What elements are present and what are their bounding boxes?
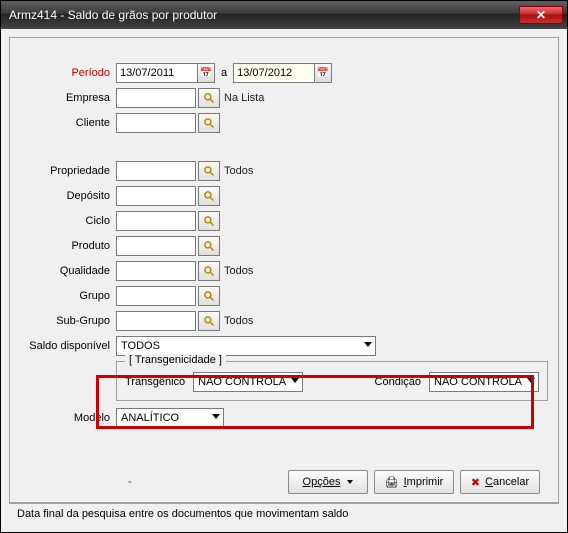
- window-title: Armz414 - Saldo de grãos por produtor: [9, 8, 519, 22]
- search-icon: [203, 165, 215, 177]
- modelo-value: ANALÍTICO: [121, 412, 179, 424]
- row-modelo: Modelo ANALÍTICO: [28, 407, 540, 429]
- chevron-down-icon: [347, 480, 353, 484]
- row-subgrupo: Sub-Grupo Todos: [28, 310, 540, 332]
- close-icon: ✕: [536, 8, 546, 22]
- empresa-desc: Na Lista: [224, 92, 264, 104]
- row-qualidade: Qualidade Todos: [28, 260, 540, 282]
- produto-input[interactable]: [116, 236, 196, 256]
- row-periodo: Período 📅 a 📅: [28, 62, 540, 84]
- periodo-ate-calendar-button[interactable]: 📅: [314, 63, 332, 83]
- opcoes-button[interactable]: Opções: [288, 470, 368, 494]
- periodo-de-calendar-button[interactable]: 📅: [197, 63, 215, 83]
- row-grupo: Grupo: [28, 285, 540, 307]
- imprimir-label: Imprimir: [404, 476, 444, 488]
- grupo-input[interactable]: [116, 286, 196, 306]
- ciclo-input[interactable]: [116, 211, 196, 231]
- label-modelo: Modelo: [28, 412, 116, 424]
- calendar-icon: 📅: [317, 68, 329, 79]
- row-empresa: Empresa Na Lista: [28, 87, 540, 109]
- label-subgrupo: Sub-Grupo: [28, 315, 116, 327]
- row-produto: Produto: [28, 235, 540, 257]
- button-bar: - Opções 🖨 Imprimir ✖ Cancelar: [28, 463, 540, 494]
- label-deposito: Depósito: [28, 190, 116, 202]
- printer-icon: 🖨: [385, 476, 399, 489]
- calendar-icon: 📅: [200, 68, 212, 79]
- cancelar-label: Cancelar: [485, 476, 529, 488]
- client-area: Período 📅 a 📅 Empresa Na Lista: [1, 29, 567, 532]
- propriedade-input[interactable]: [116, 161, 196, 181]
- spacer: [28, 137, 540, 157]
- form-panel: Período 📅 a 📅 Empresa Na Lista: [9, 37, 559, 503]
- label-ciclo: Ciclo: [28, 215, 116, 227]
- subgrupo-lookup-button[interactable]: [198, 311, 220, 331]
- saldo-combo[interactable]: TODOS: [116, 336, 376, 356]
- label-cliente: Cliente: [28, 117, 116, 129]
- cliente-input[interactable]: [116, 113, 196, 133]
- label-condicao: Condição: [375, 376, 421, 388]
- label-produto: Produto: [28, 240, 116, 252]
- condicao-combo[interactable]: NÃO CONTROLA: [429, 372, 539, 392]
- label-grupo: Grupo: [28, 290, 116, 302]
- search-icon: [203, 240, 215, 252]
- empresa-lookup-button[interactable]: [198, 88, 220, 108]
- condicao-value: NÃO CONTROLA: [434, 376, 522, 388]
- label-propriedade: Propriedade: [28, 165, 116, 177]
- search-icon: [203, 290, 215, 302]
- row-propriedade: Propriedade Todos: [28, 160, 540, 182]
- periodo-ate-input[interactable]: [233, 63, 315, 83]
- search-icon: [203, 190, 215, 202]
- chevron-down-icon: [212, 414, 220, 419]
- status-bar: Data final da pesquisa entre os document…: [9, 503, 559, 524]
- fieldset-inner: Transgênico NÃO CONTROLA Condição NÃO CO…: [125, 372, 539, 392]
- titlebar: Armz414 - Saldo de grãos por produtor ✕: [1, 1, 567, 29]
- cancel-icon: ✖: [471, 476, 480, 489]
- label-a: a: [215, 67, 233, 79]
- ciclo-lookup-button[interactable]: [198, 211, 220, 231]
- legend-transgenicidade: [ Transgenicidade ]: [125, 354, 226, 366]
- saldo-value: TODOS: [121, 340, 160, 352]
- subgrupo-input[interactable]: [116, 311, 196, 331]
- deposito-input[interactable]: [116, 186, 196, 206]
- propriedade-desc: Todos: [224, 165, 253, 177]
- periodo-de-input[interactable]: [116, 63, 198, 83]
- dash-indicator: -: [128, 476, 132, 488]
- subgrupo-desc: Todos: [224, 315, 253, 327]
- search-icon: [203, 315, 215, 327]
- window: Armz414 - Saldo de grãos por produtor ✕ …: [0, 0, 568, 533]
- search-icon: [203, 92, 215, 104]
- fieldset-transgenicidade: [ Transgenicidade ] Transgênico NÃO CONT…: [116, 361, 548, 401]
- empresa-input[interactable]: [116, 88, 196, 108]
- label-transgenico: Transgênico: [125, 376, 185, 388]
- row-cliente: Cliente: [28, 112, 540, 134]
- search-icon: [203, 265, 215, 277]
- close-button[interactable]: ✕: [519, 6, 563, 24]
- cancelar-button[interactable]: ✖ Cancelar: [460, 470, 540, 494]
- label-empresa: Empresa: [28, 92, 116, 104]
- qualidade-lookup-button[interactable]: [198, 261, 220, 281]
- propriedade-lookup-button[interactable]: [198, 161, 220, 181]
- qualidade-input[interactable]: [116, 261, 196, 281]
- row-deposito: Depósito: [28, 185, 540, 207]
- label-saldo: Saldo disponível: [28, 340, 116, 352]
- row-ciclo: Ciclo: [28, 210, 540, 232]
- opcoes-label: Opções: [303, 476, 341, 488]
- chevron-down-icon: [527, 378, 535, 383]
- imprimir-button[interactable]: 🖨 Imprimir: [374, 470, 454, 494]
- label-qualidade: Qualidade: [28, 265, 116, 277]
- search-icon: [203, 117, 215, 129]
- modelo-combo[interactable]: ANALÍTICO: [116, 408, 224, 428]
- deposito-lookup-button[interactable]: [198, 186, 220, 206]
- grupo-lookup-button[interactable]: [198, 286, 220, 306]
- produto-lookup-button[interactable]: [198, 236, 220, 256]
- label-periodo: Período: [28, 67, 116, 79]
- search-icon: [203, 215, 215, 227]
- row-saldo: Saldo disponível TODOS: [28, 335, 540, 357]
- cliente-lookup-button[interactable]: [198, 113, 220, 133]
- transgenico-combo[interactable]: NÃO CONTROLA: [193, 372, 303, 392]
- qualidade-desc: Todos: [224, 265, 253, 277]
- transgenico-value: NÃO CONTROLA: [198, 376, 286, 388]
- chevron-down-icon: [364, 342, 372, 347]
- chevron-down-icon: [291, 378, 299, 383]
